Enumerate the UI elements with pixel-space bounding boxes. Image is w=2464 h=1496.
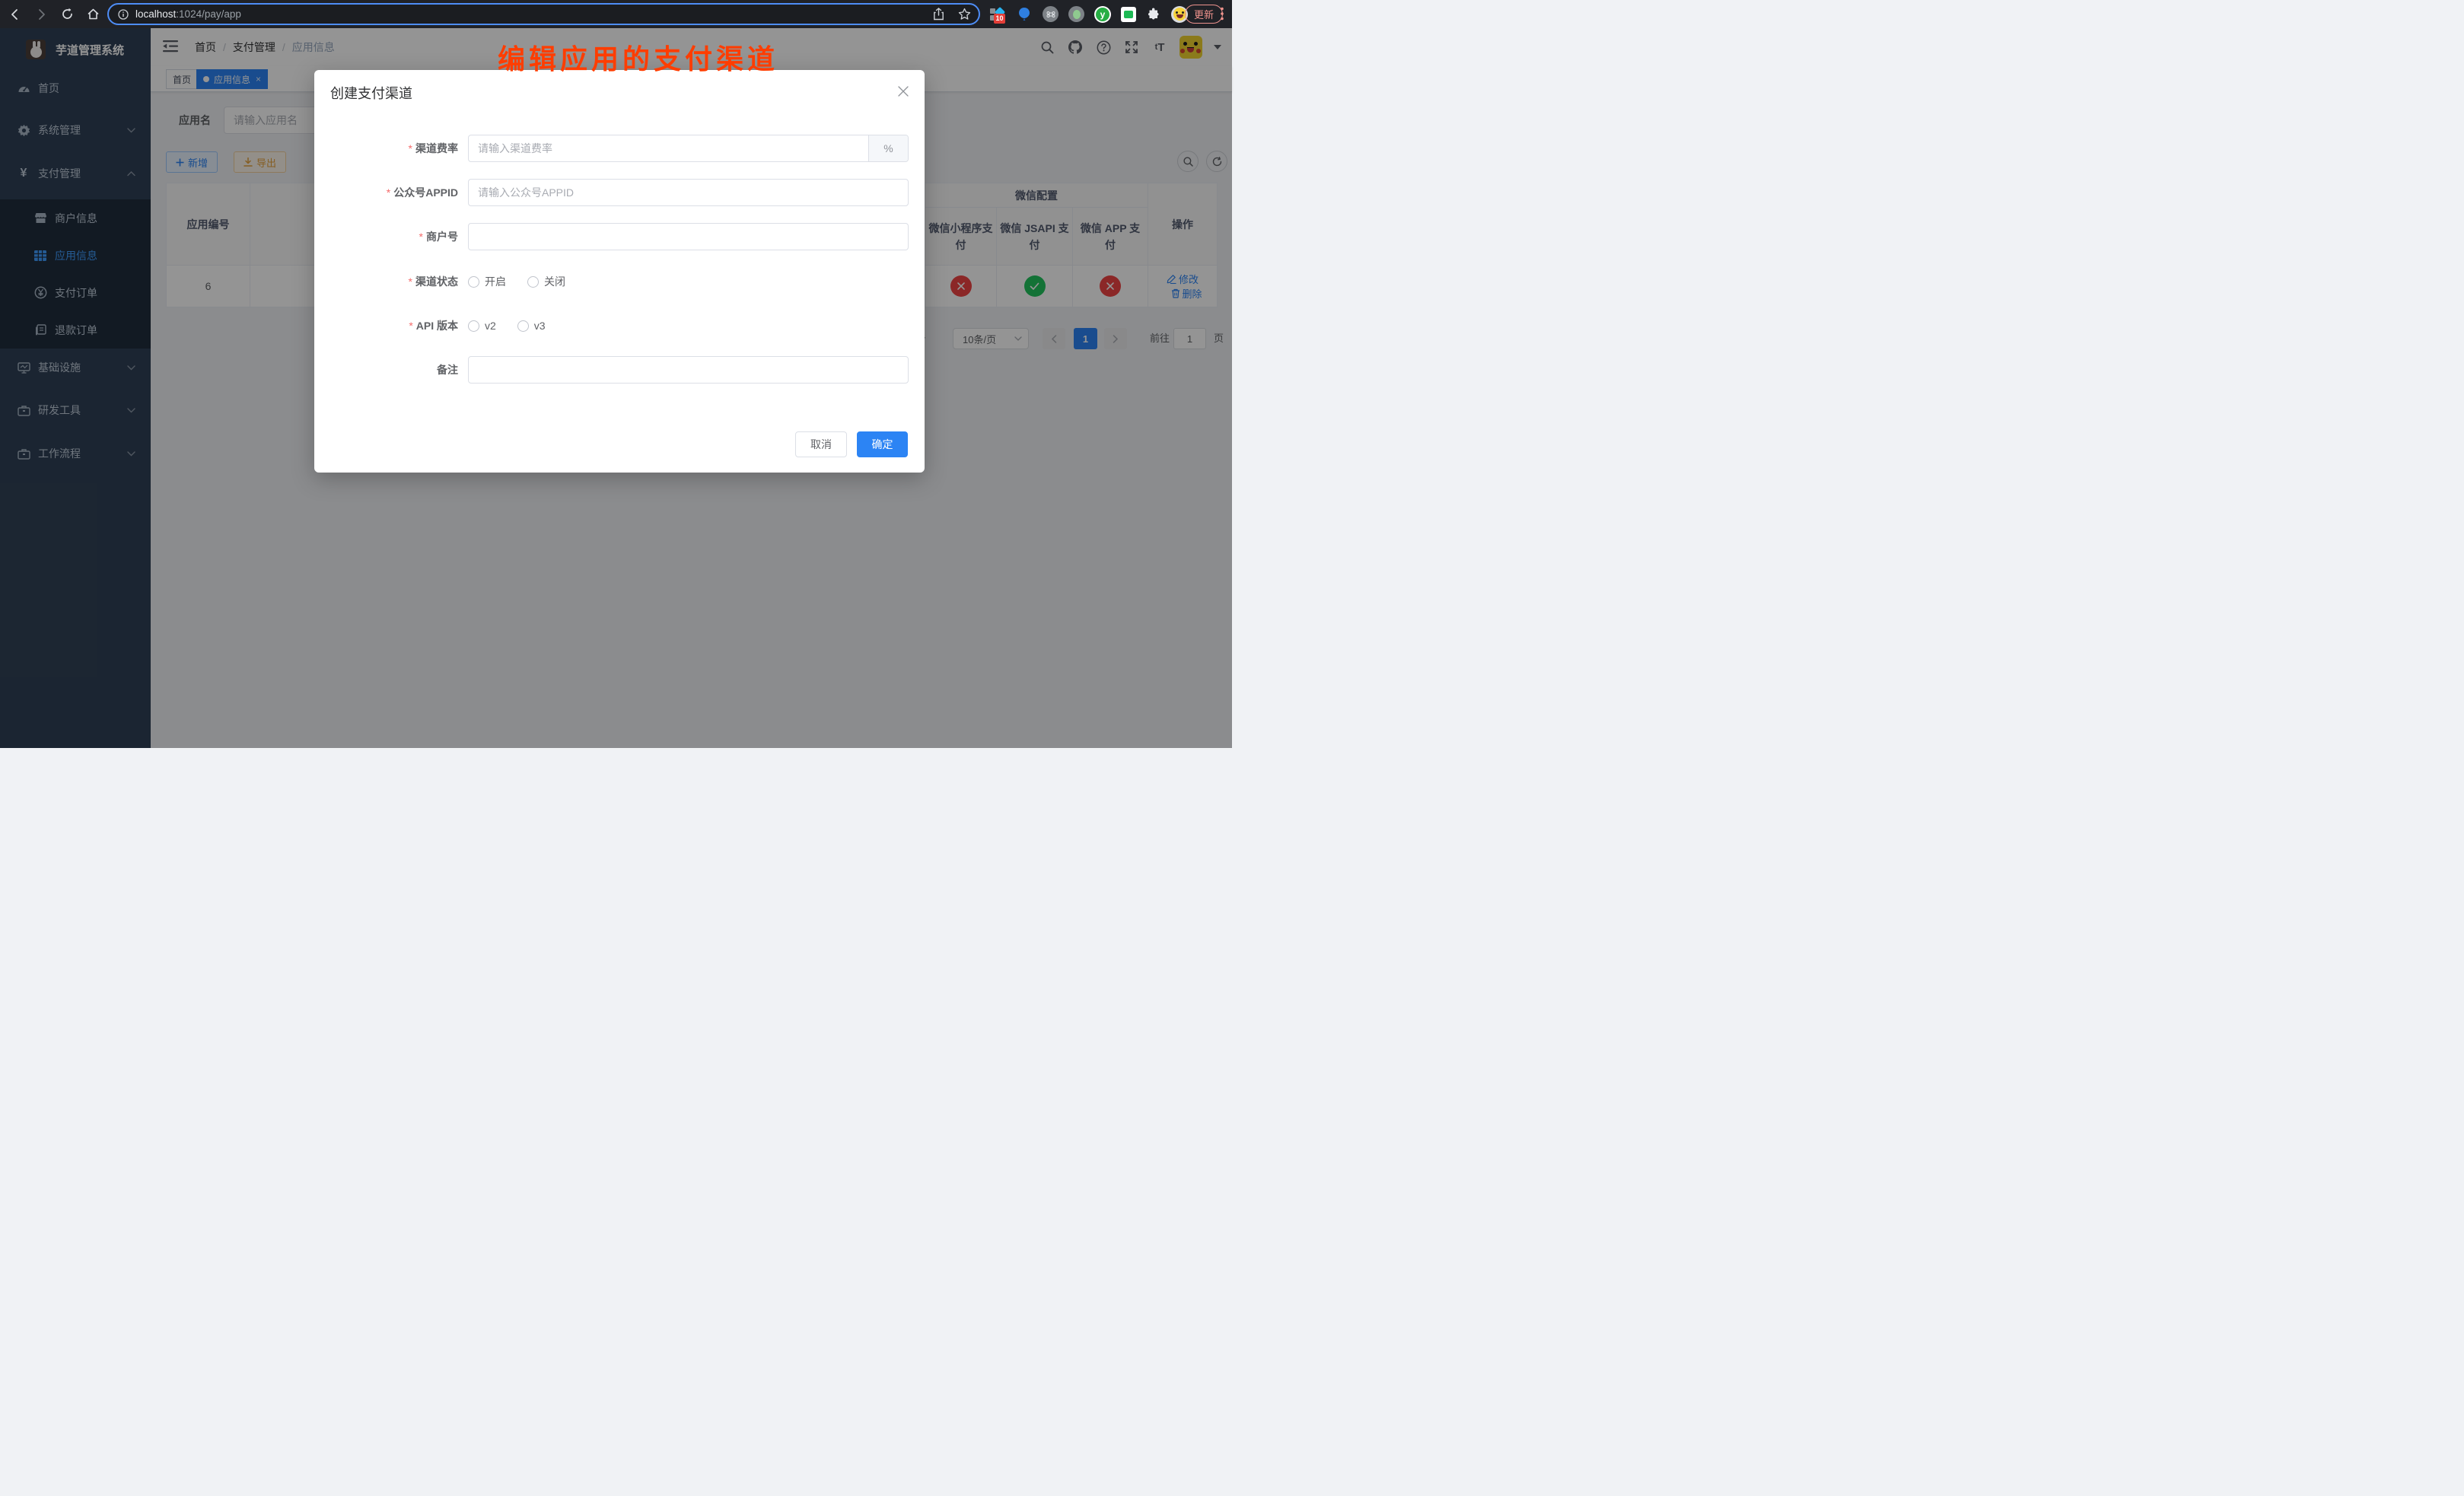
api-v2-label[interactable]: v2	[485, 320, 496, 332]
dialog-title: 创建支付渠道	[330, 83, 412, 103]
bookmark-star-icon[interactable]	[958, 8, 971, 21]
status-closed-radio[interactable]	[527, 276, 539, 288]
channel-status-radio-group: 开启 关闭	[468, 274, 587, 289]
browser-chrome: localhost:1024/pay/app 10 y 更新	[0, 0, 1232, 28]
extension-icon-badge[interactable]: 10	[989, 6, 1006, 23]
status-open-radio[interactable]	[468, 276, 479, 288]
extensions-puzzle-icon[interactable]	[1146, 7, 1161, 22]
merchant-id-label: *商户号	[314, 223, 458, 250]
remark-input[interactable]	[468, 356, 909, 384]
close-icon[interactable]	[897, 85, 909, 97]
browser-update-button[interactable]: 更新	[1185, 5, 1223, 24]
create-channel-dialog: 创建支付渠道 *渠道费率 % *公众号APPID *商户号 *渠道状态 开启 关…	[314, 70, 925, 473]
extension-balloon-icon[interactable]	[1016, 6, 1033, 23]
channel-rate-input[interactable]	[469, 135, 868, 161]
browser-home-button[interactable]	[85, 7, 100, 22]
appid-input[interactable]	[468, 179, 909, 206]
address-bar[interactable]: localhost:1024/pay/app	[107, 3, 980, 25]
api-v2-radio[interactable]	[468, 320, 479, 332]
api-v3-label[interactable]: v3	[534, 320, 546, 332]
share-icon[interactable]	[933, 8, 944, 21]
url-text: localhost:1024/pay/app	[135, 8, 933, 20]
api-version-radio-group: v2 v3	[468, 318, 567, 333]
channel-status-label: *渠道状态	[314, 268, 458, 295]
channel-rate-label: *渠道费率	[314, 135, 458, 162]
status-closed-label[interactable]: 关闭	[544, 274, 565, 289]
cancel-button[interactable]: 取消	[795, 431, 847, 457]
extension-command-icon[interactable]	[1043, 6, 1059, 22]
remark-label: 备注	[314, 356, 458, 384]
extension-badge-count: 10	[994, 14, 1005, 24]
extension-y-icon[interactable]: y	[1094, 6, 1111, 23]
extension-chat-icon[interactable]	[1121, 7, 1136, 22]
annotation-text: 编辑应用的支付渠道	[498, 37, 778, 77]
status-open-label[interactable]: 开启	[485, 274, 506, 289]
browser-back-button[interactable]	[8, 7, 23, 22]
api-version-label: *API 版本	[314, 312, 458, 339]
browser-forward-button[interactable]	[33, 7, 49, 22]
merchant-id-input[interactable]	[468, 223, 909, 250]
browser-reload-button[interactable]	[59, 7, 75, 22]
extension-green-dot-icon[interactable]	[1068, 6, 1084, 22]
channel-rate-input-group: %	[468, 135, 909, 162]
confirm-button[interactable]: 确定	[857, 431, 908, 457]
browser-menu-icon[interactable]	[1221, 7, 1224, 21]
appid-label: *公众号APPID	[314, 179, 458, 206]
percent-suffix: %	[868, 135, 908, 161]
api-v3-radio[interactable]	[517, 320, 529, 332]
site-info-icon[interactable]	[118, 9, 129, 20]
